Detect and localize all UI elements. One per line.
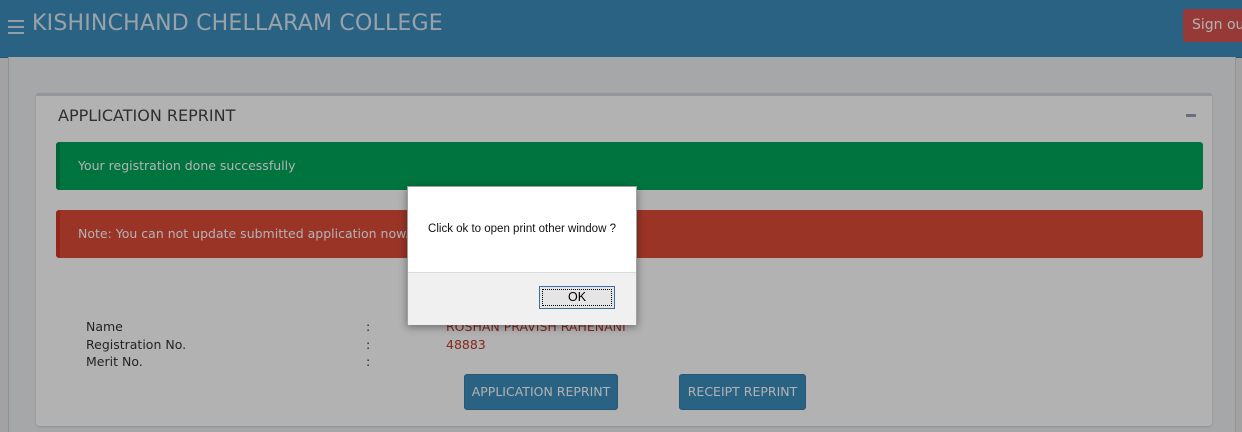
confirm-dialog: Click ok to open print other window ? OK bbox=[407, 186, 637, 325]
dialog-message: Click ok to open print other window ? bbox=[428, 223, 616, 235]
ok-button[interactable]: OK bbox=[539, 286, 615, 309]
